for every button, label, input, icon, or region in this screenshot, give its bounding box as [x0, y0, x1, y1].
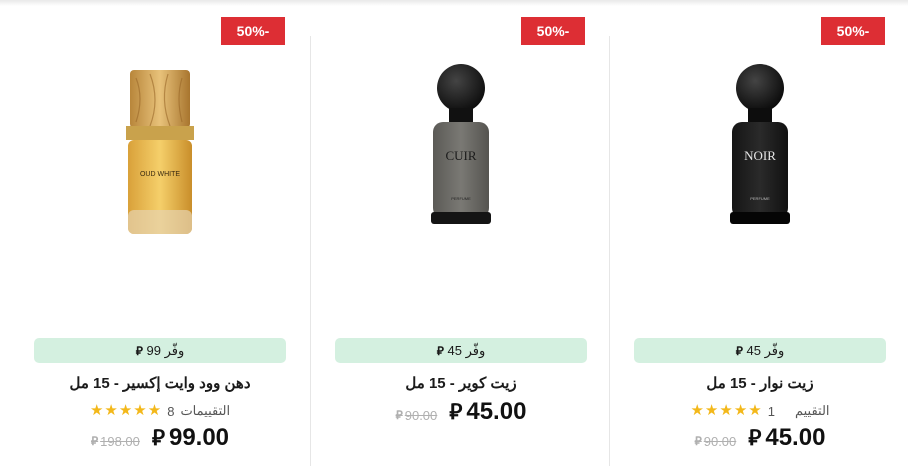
save-amount-pill: وفّر 45 ⃁ — [634, 338, 886, 363]
riyal-icon: ⃁ — [735, 344, 743, 358]
price-row: ⃁ 45.00 ⃁ 90.00 — [610, 424, 908, 452]
product-image[interactable]: OUD WHITE — [10, 50, 310, 250]
top-divider — [0, 0, 908, 6]
star-icon: ★ — [133, 402, 147, 419]
discount-badge: 50%- — [521, 17, 585, 45]
rating-label: التقييم — [794, 403, 830, 418]
star-rating: ★ ★ ★ ★ ★ — [690, 403, 761, 419]
old-price: ⃁ 90.00 — [395, 408, 438, 423]
product-name[interactable]: دهن وود وايت إكسير - 15 مل — [10, 374, 310, 392]
star-icon: ★ — [147, 402, 162, 419]
star-icon: ★ — [89, 402, 104, 419]
star-icon: ★ — [104, 402, 118, 419]
current-price: ⃁ 45.00 — [449, 398, 527, 425]
star-icon: ★ — [690, 402, 704, 419]
star-icon: ★ — [118, 402, 133, 419]
riyal-icon: ⃁ — [694, 434, 702, 448]
rating-row: التقييمات 8 ★ ★ ★ ★ ★ — [10, 402, 310, 420]
rating-row: التقييم 1 ★ ★ ★ ★ ★ — [610, 402, 908, 420]
product-card-oud-white-elixir[interactable]: 50%- OUD WHITE وفّر — [10, 10, 310, 466]
riyal-icon: ⃁ — [135, 344, 143, 358]
riyal-icon: ⃁ — [449, 399, 463, 424]
star-rating: ★ ★ ★ ★ ★ — [90, 403, 161, 419]
product-card-cuir[interactable]: 50%- CUIR PERFUME وفّر 45 ⃁ — [310, 17, 611, 466]
star-icon: ★ — [719, 402, 733, 419]
riyal-icon: ⃁ — [436, 344, 444, 358]
product-name[interactable]: زيت كوير - 15 مل — [311, 374, 611, 392]
riyal-icon: ⃁ — [90, 434, 99, 448]
svg-text:PERFUME: PERFUME — [750, 196, 770, 201]
svg-text:OUD WHITE: OUD WHITE — [140, 171, 180, 178]
star-icon: ★ — [748, 402, 762, 419]
current-price: ⃁ 45.00 — [748, 424, 826, 451]
cuir-bottle-icon: CUIR PERFUME — [431, 64, 491, 224]
riyal-icon: ⃁ — [395, 408, 403, 422]
product-image[interactable]: CUIR PERFUME — [311, 50, 611, 250]
riyal-icon: ⃁ — [748, 425, 762, 450]
oud-bottle-icon: OUD WHITE — [126, 70, 194, 234]
rating-label: التقييمات — [180, 403, 231, 418]
product-name[interactable]: زيت نوار - 15 مل — [610, 374, 908, 392]
save-amount-pill: وفّر 45 ⃁ — [335, 338, 587, 363]
noir-bottle-icon: NOIR PERFUME — [730, 64, 790, 224]
rating-count: 1 — [767, 403, 775, 419]
discount-badge: 50%- — [821, 17, 885, 45]
product-card-noir[interactable]: 50%- NOIR PERFUME وفّر 45 ⃁ — [610, 10, 908, 466]
discount-badge: 50%- — [221, 17, 285, 45]
product-image[interactable]: NOIR PERFUME — [610, 50, 908, 250]
star-icon: ★ — [733, 402, 748, 419]
svg-text:NOIR: NOIR — [744, 148, 776, 163]
save-amount-pill: وفّر 99 ⃁ — [34, 338, 286, 363]
price-row: ⃁ 45.00 ⃁ 90.00 — [311, 398, 611, 426]
star-icon: ★ — [704, 402, 719, 419]
old-price: ⃁ 90.00 — [694, 434, 737, 449]
price-row: ⃁ 99.00 ⃁ 198.00 — [10, 424, 310, 452]
svg-text:CUIR: CUIR — [445, 148, 476, 163]
rating-count: 8 — [167, 403, 175, 419]
svg-text:PERFUME: PERFUME — [451, 196, 471, 201]
riyal-icon: ⃁ — [151, 425, 165, 450]
current-price: ⃁ 99.00 — [151, 424, 230, 451]
old-price: ⃁ 198.00 — [90, 434, 140, 449]
